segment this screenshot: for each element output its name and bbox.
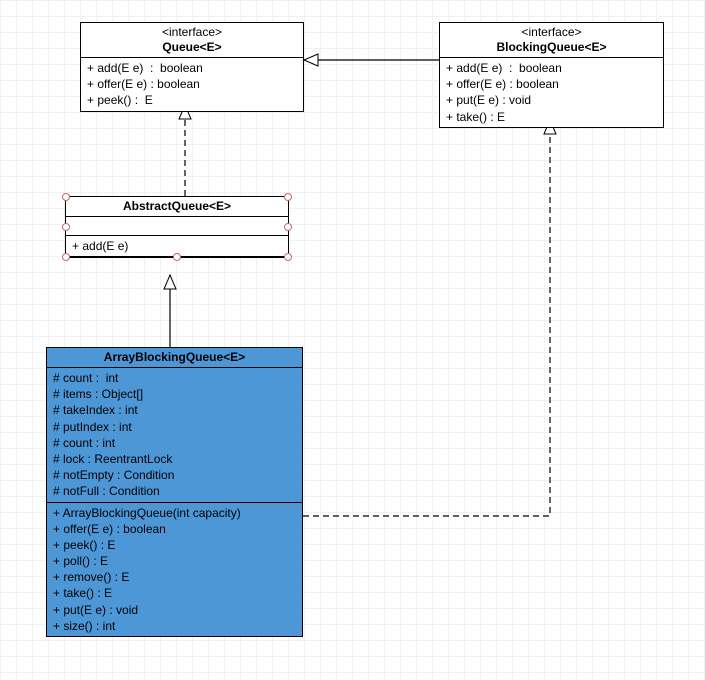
method-label: + add(E e) : boolean [87,60,297,76]
attribute-label: # items : Object[] [53,386,296,402]
attribute-label: # notFull : Condition [53,483,296,499]
attribute-label: # count : int [53,435,296,451]
class-blockingqueue[interactable]: <interface> BlockingQueue<E> + add(E e) … [439,22,664,128]
method-label: + add(E e) [72,238,282,254]
class-name-label: AbstractQueue<E> [70,199,284,214]
method-label: + offer(E e) : boolean [446,76,657,92]
class-abstractqueue[interactable]: AbstractQueue<E> + add(E e) [65,196,289,258]
stereotype-label: <interface> [85,25,299,40]
class-arrayblockingqueue-title: ArrayBlockingQueue<E> [47,348,302,368]
resize-handle-icon[interactable] [62,223,70,231]
class-arrayblockingqueue-attrs: # count : int # items : Object[] # takeI… [47,368,302,503]
method-label: + offer(E e) : boolean [53,521,296,537]
class-arrayblockingqueue[interactable]: ArrayBlockingQueue<E> # count : int # it… [46,347,303,637]
method-label: + put(E e) : void [53,602,296,618]
attribute-label: # notEmpty : Condition [53,467,296,483]
class-name-label: ArrayBlockingQueue<E> [51,350,298,365]
class-name-label: BlockingQueue<E> [444,40,659,55]
method-label: + offer(E e) : boolean [87,76,297,92]
resize-handle-icon[interactable] [173,253,181,261]
method-label: + ArrayBlockingQueue(int capacity) [53,505,296,521]
resize-handle-icon[interactable] [62,193,70,201]
method-label: + add(E e) : boolean [446,60,657,76]
method-label: + size() : int [53,618,296,634]
class-blockingqueue-ops: + add(E e) : boolean + offer(E e) : bool… [440,58,663,127]
method-label: + take() : E [446,109,657,125]
edge-arrayblockingqueue-implements-blockingqueue [303,120,550,516]
class-arrayblockingqueue-ops: + ArrayBlockingQueue(int capacity) + off… [47,503,302,637]
method-label: + poll() : E [53,553,296,569]
method-label: + take() : E [53,585,296,601]
class-abstractqueue-title: AbstractQueue<E> [66,197,288,217]
method-label: + peek() : E [87,92,297,108]
method-label: + remove() : E [53,569,296,585]
class-queue[interactable]: <interface> Queue<E> + add(E e) : boolea… [80,22,304,112]
attribute-label: # takeIndex : int [53,402,296,418]
stereotype-label: <interface> [444,25,659,40]
method-label: + put(E e) : void [446,92,657,108]
attribute-label: # count : int [53,370,296,386]
class-queue-title: <interface> Queue<E> [81,23,303,58]
method-label: + peek() : E [53,537,296,553]
class-blockingqueue-title: <interface> BlockingQueue<E> [440,23,663,58]
attribute-label: # putIndex : int [53,419,296,435]
resize-handle-icon[interactable] [284,193,292,201]
resize-handle-icon[interactable] [284,253,292,261]
resize-handle-icon[interactable] [62,253,70,261]
resize-handle-icon[interactable] [284,223,292,231]
class-abstractqueue-attrs [66,217,288,236]
class-queue-ops: + add(E e) : boolean + offer(E e) : bool… [81,58,303,111]
class-name-label: Queue<E> [85,40,299,55]
attribute-label: # lock : ReentrantLock [53,451,296,467]
